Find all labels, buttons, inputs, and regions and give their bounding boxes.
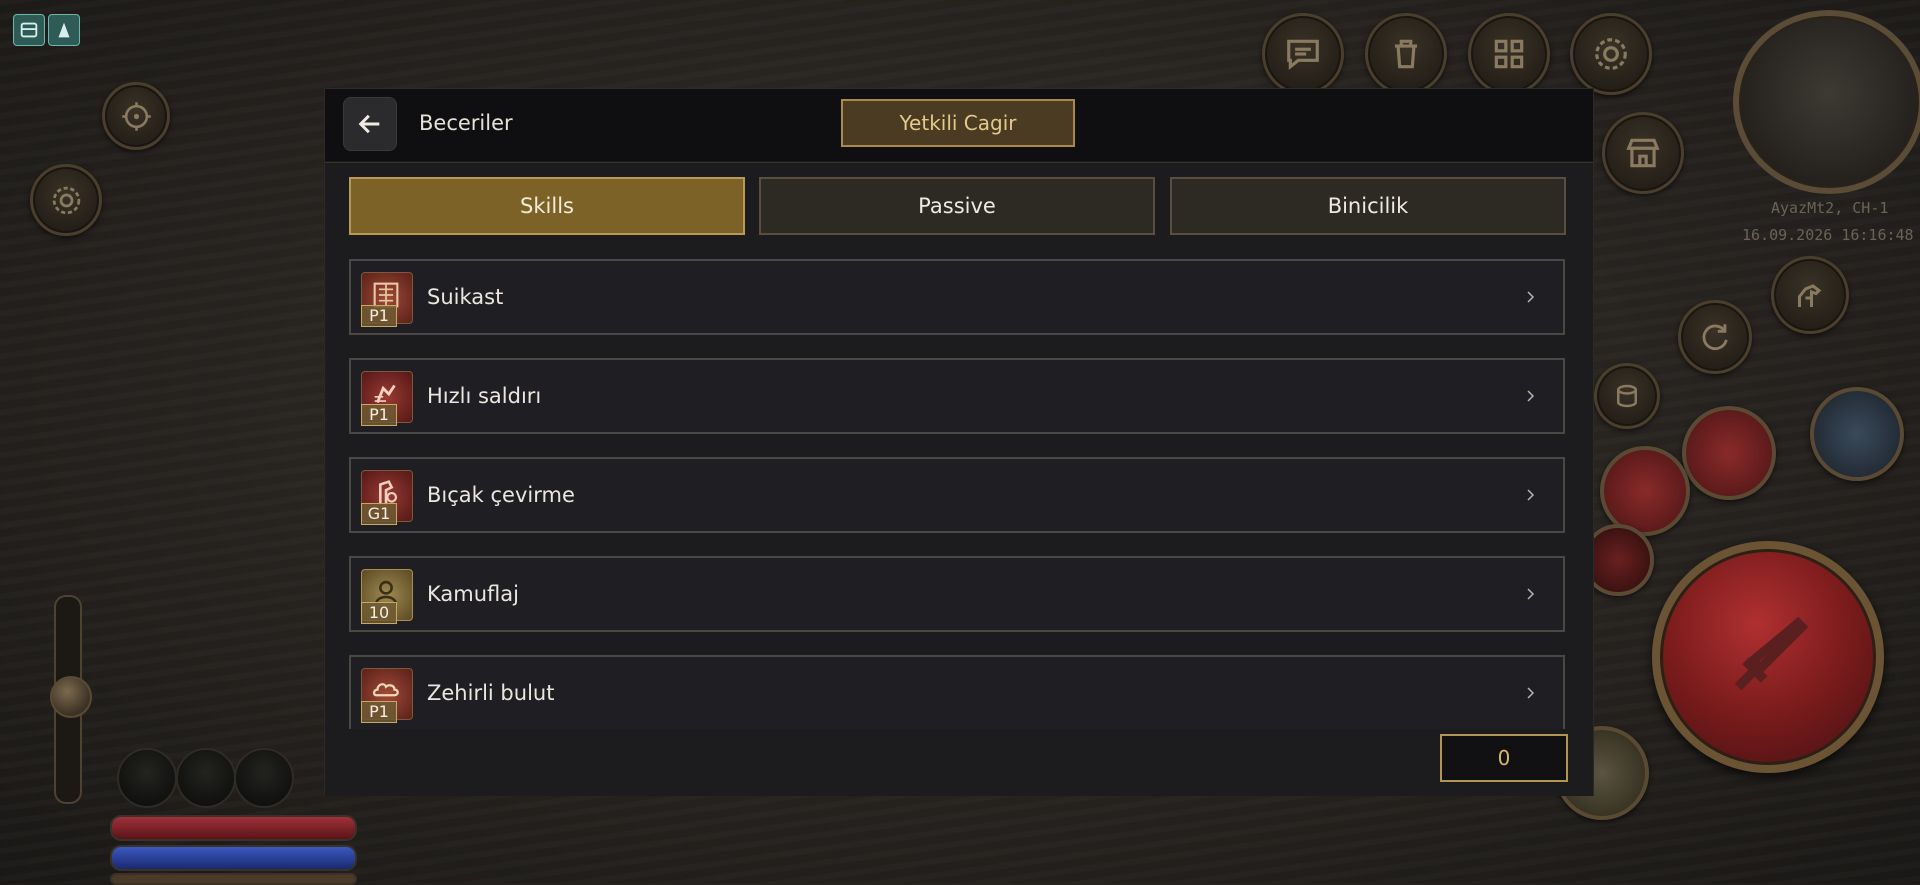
sword-icon (1734, 616, 1809, 691)
attack-button[interactable] (1652, 541, 1884, 773)
left-settings-button[interactable] (30, 164, 102, 236)
grid-icon (1494, 39, 1524, 69)
refresh-button[interactable] (1678, 300, 1752, 374)
menu-grid-button[interactable] (1468, 13, 1550, 95)
chevron-right-icon (1527, 489, 1535, 501)
chevron-right-icon (1527, 390, 1535, 402)
back-button[interactable] (343, 97, 397, 151)
trash-icon (1394, 39, 1418, 69)
skill-row-camouflage[interactable]: 10 Kamuflaj (349, 556, 1565, 632)
skill-level-badge: P1 (361, 701, 397, 723)
chat-button[interactable] (1262, 13, 1344, 95)
chat-icon (1287, 39, 1319, 70)
skill-level-badge: G1 (361, 503, 397, 525)
skill-level-badge: P1 (361, 305, 397, 327)
shop-icon (1626, 138, 1660, 168)
skill-row-fast-attack[interactable]: P1 Hızlı saldırı (349, 358, 1565, 434)
server-channel: AyazMt2, CH-1 (1771, 199, 1889, 217)
coins-icon (1617, 384, 1637, 408)
mount-button[interactable] (1771, 256, 1849, 334)
tab-riding[interactable]: Binicilik (1170, 177, 1566, 235)
coins-button[interactable] (1594, 363, 1660, 429)
dialog-header: Beceriler Yetkili Cagir (325, 89, 1593, 161)
chevron-right-icon (1527, 291, 1535, 303)
quickslot-2[interactable] (176, 748, 236, 808)
exp-bar (110, 873, 357, 885)
settings-button[interactable] (1570, 13, 1652, 95)
chevron-right-icon (1527, 687, 1535, 699)
dialog-body: Skills Passive Binicilik P1 Suikast P1 H… (325, 162, 1593, 796)
skill-name: Bıçak çevirme (427, 483, 575, 507)
skill-name: Zehirli bulut (427, 681, 555, 705)
skill-row-poison-cloud[interactable]: P1 Zehirli bulut (349, 655, 1565, 729)
tab-skills[interactable]: Skills (349, 177, 745, 235)
settings-icon (1595, 38, 1627, 70)
skill-level-badge: P1 (361, 404, 397, 426)
skill-name: Hızlı saldırı (427, 384, 542, 408)
refresh-icon (1702, 324, 1728, 351)
inventory-icon[interactable] (13, 14, 45, 46)
horse-icon (1798, 284, 1822, 307)
target-icon (121, 101, 151, 131)
target-button[interactable] (102, 82, 170, 150)
skill-list[interactable]: P1 Suikast P1 Hızlı saldırı G1 Bıçak çev… (349, 259, 1569, 729)
skill-row-suikast[interactable]: P1 Suikast (349, 259, 1565, 335)
minimap[interactable] (1733, 10, 1920, 194)
buff-icon[interactable] (48, 14, 80, 46)
gear-icon (52, 186, 80, 214)
quickslot-3[interactable] (234, 748, 294, 808)
dialog-title: Beceriler (419, 111, 513, 135)
hp-bar (110, 815, 357, 841)
quickslot-1[interactable] (117, 748, 177, 808)
skill-slot-suikast[interactable] (1682, 406, 1776, 500)
slider-handle[interactable] (50, 676, 92, 718)
tab-passive[interactable]: Passive (759, 177, 1155, 235)
skills-dialog: Beceriler Yetkili Cagir Skills Passive B… (324, 88, 1594, 796)
shop-button[interactable] (1602, 112, 1684, 194)
skill-level-badge: 10 (361, 602, 397, 624)
skill-points-counter: 0 (1440, 734, 1568, 782)
skill-name: Suikast (427, 285, 504, 309)
skill-name: Kamuflaj (427, 582, 519, 606)
chevron-right-icon (1527, 588, 1535, 600)
skill-slot-special[interactable] (1810, 387, 1904, 481)
call-gm-button[interactable]: Yetkili Cagir (841, 99, 1075, 147)
arrow-left-icon (358, 114, 380, 134)
skill-slot-fast-attack[interactable] (1600, 446, 1690, 536)
date-time: 16.09.2026 16:16:48 (1742, 226, 1914, 244)
mp-bar (110, 845, 357, 871)
trash-button[interactable] (1365, 13, 1447, 95)
skill-row-knife-twist[interactable]: G1 Bıçak çevirme (349, 457, 1565, 533)
